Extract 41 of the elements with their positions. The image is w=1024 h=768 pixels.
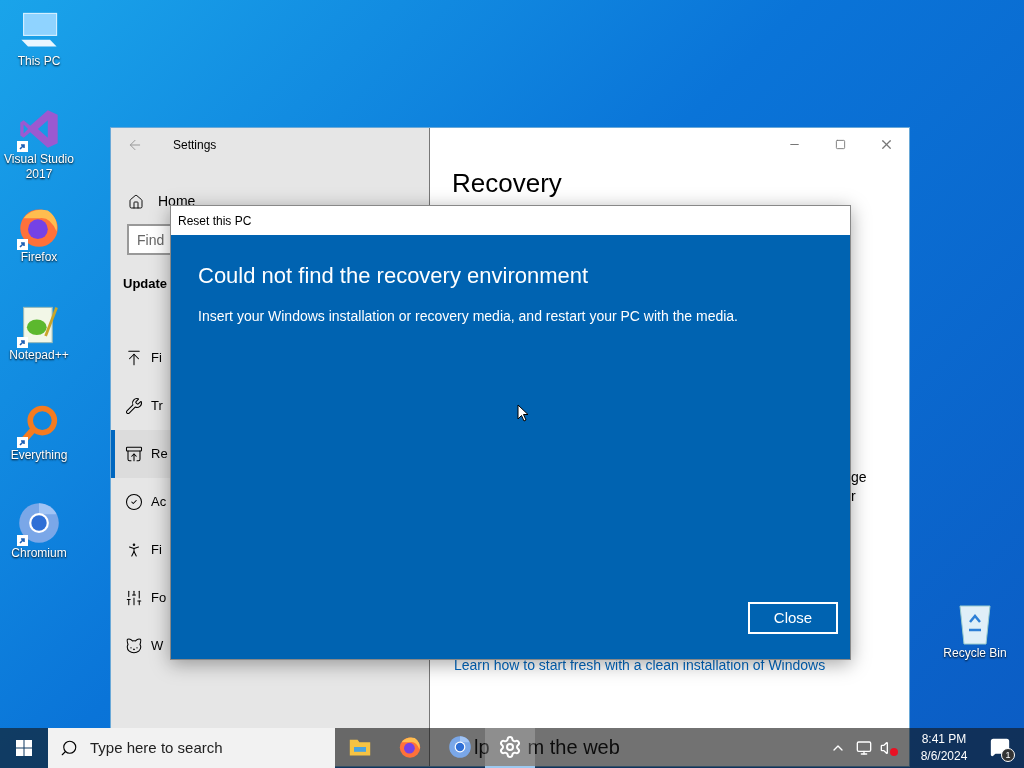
recovery-icon (125, 444, 143, 463)
page-title: Recovery (452, 167, 562, 199)
desktop-icon-label[interactable]: Chromium (11, 546, 67, 561)
search-icon (60, 739, 78, 757)
network-icon[interactable] (856, 740, 872, 756)
chromium-icon (17, 501, 61, 545)
section-heading: Update (123, 275, 168, 293)
nav-item[interactable]: Fo (111, 573, 429, 622)
settings-text: ge (851, 468, 868, 487)
dialog-message: Insert your Windows installation or recovery media, and restart your PC with the media. (197, 307, 739, 326)
nav-item[interactable]: Fi (111, 333, 429, 382)
desktop-icon-label[interactable]: Notepad++ (9, 348, 69, 363)
nav-item[interactable]: Ac (111, 477, 429, 526)
settings-icon (498, 735, 522, 759)
notification-count: 1 (1001, 748, 1015, 762)
home-icon (128, 193, 144, 210)
taskbar-search-field[interactable]: Type here to search (48, 728, 335, 768)
fox-globe-icon (398, 735, 422, 759)
chromium-icon (448, 735, 472, 759)
settings-text: r (851, 487, 857, 506)
mouse-cursor-icon (517, 404, 529, 422)
maximize-icon (834, 139, 846, 150)
volume-icon[interactable] (880, 740, 898, 756)
cat-icon (125, 636, 143, 655)
dialog-heading: Could not find the recovery environment (197, 262, 590, 290)
nav-item[interactable]: Fi (111, 525, 429, 574)
desktop-icon-label[interactable]: Everything (10, 448, 68, 463)
window-title: Settings (173, 136, 217, 154)
dialog-title: Reset this PC (178, 212, 252, 230)
windows-logo-icon (16, 740, 32, 756)
clock[interactable]: 8:41 PM 8/6/2024 (912, 731, 976, 765)
check-circle-icon (125, 492, 143, 511)
nav-item[interactable]: Tr (111, 381, 429, 430)
dialog-close-button[interactable]: Close (748, 602, 838, 634)
wrench-icon (125, 396, 143, 415)
sliders-icon (125, 588, 143, 607)
nav-item[interactable]: W (111, 621, 429, 670)
upload-icon (125, 348, 143, 367)
help-heading: m the web (527, 735, 620, 760)
desktop-icon-label[interactable]: Recycle Bin (943, 646, 1007, 661)
help-heading: lp (474, 735, 490, 760)
